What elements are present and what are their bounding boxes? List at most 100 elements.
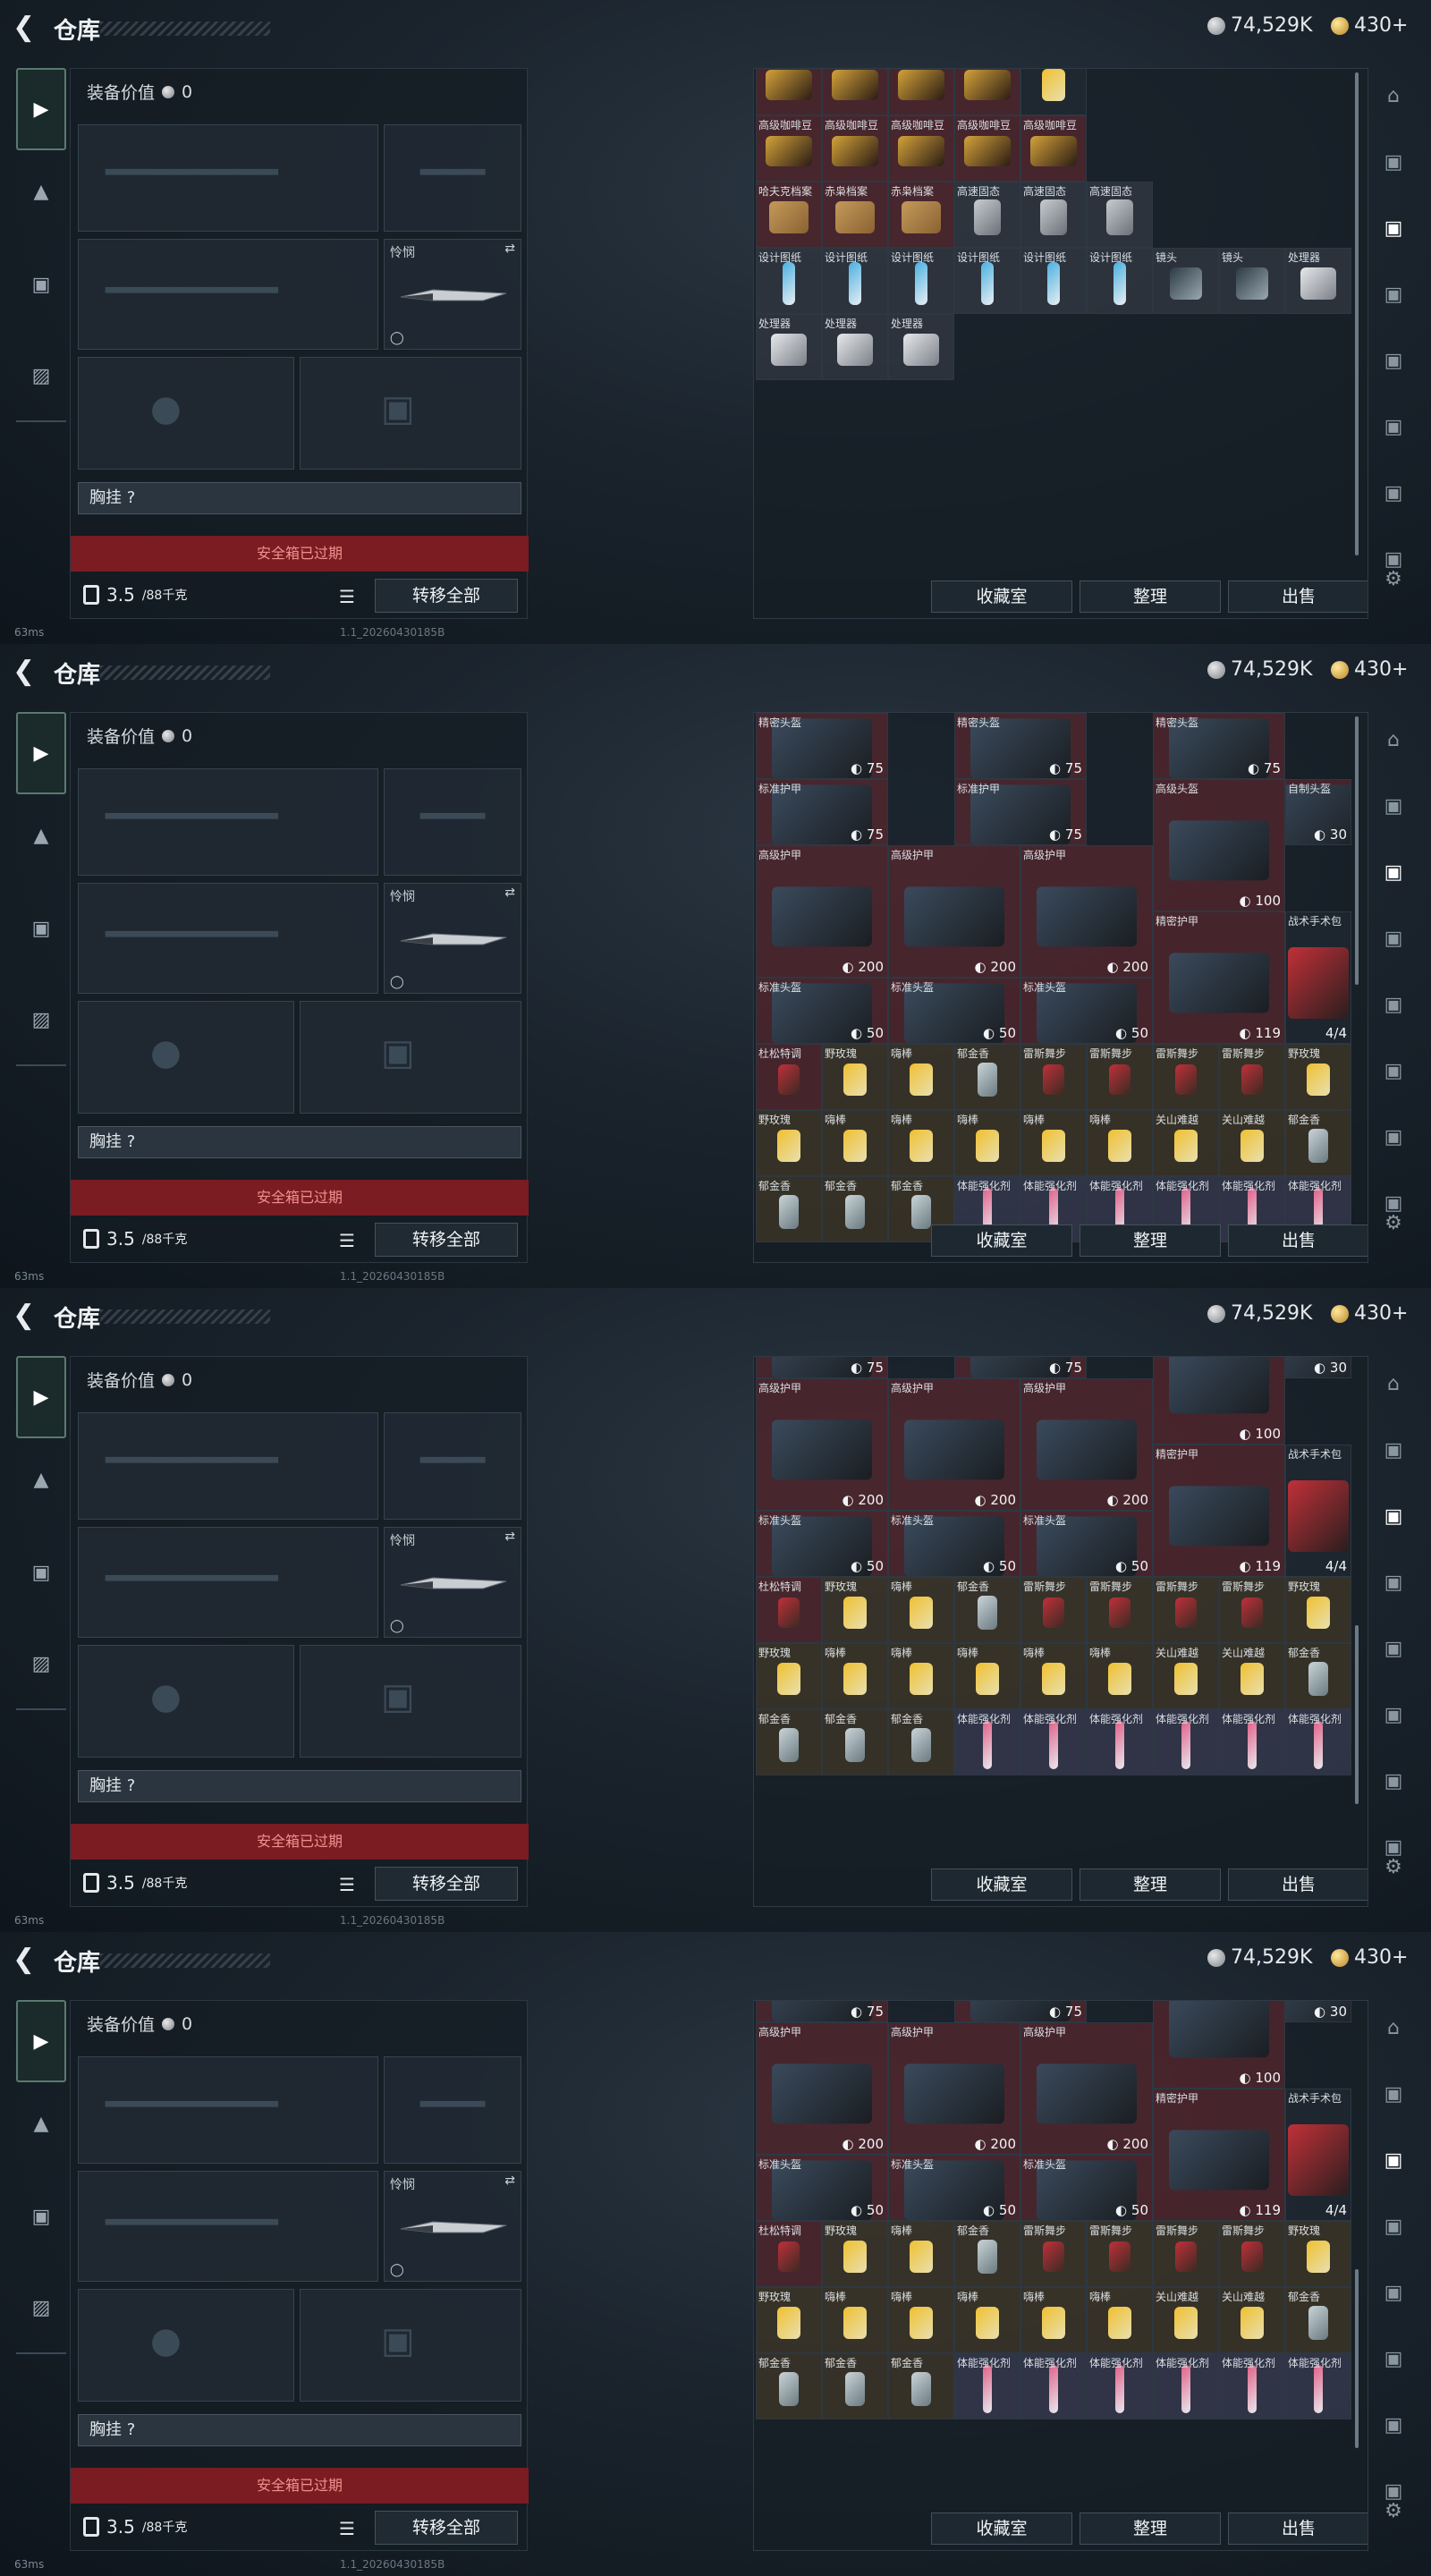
stash-item[interactable]: 标准护甲◐ 75 (756, 2001, 888, 2022)
stash-item[interactable]: 自制头盔◐ 30 (1285, 779, 1351, 845)
stash-tab-icon[interactable]: ▣ (1376, 1054, 1411, 1089)
gold-balance[interactable]: 430+ (1331, 1946, 1408, 1969)
stash-tab-icon[interactable]: ▣ (1376, 1565, 1411, 1601)
primary-weapon-slot[interactable]: ━━━━━━━━ (78, 1412, 378, 1520)
pistol-icon[interactable]: ▶ (16, 1356, 66, 1438)
stash-item[interactable]: 体能强化剂 (954, 2353, 1020, 2419)
helmet-icon[interactable]: ▲ (16, 810, 66, 860)
stash-tab-icon[interactable]: ▣ (1376, 1499, 1411, 1535)
stash-item[interactable]: 赤枭档案 (888, 182, 954, 248)
stash-item[interactable]: 雷斯舞步 (1087, 1577, 1153, 1643)
stash-item[interactable]: 处理器 (822, 314, 888, 380)
stash-item[interactable]: 高级咖啡豆 (822, 115, 888, 182)
stash-item[interactable]: 标准护甲◐ 75 (954, 2001, 1087, 2022)
secondary-weapon-slot[interactable]: ━━━━━━━━ (78, 2171, 378, 2282)
transfer-all-button[interactable]: 转移全部 (375, 1867, 518, 1901)
sort-button[interactable]: 整理 (1080, 1868, 1221, 1901)
transfer-all-button[interactable]: 转移全部 (375, 2511, 518, 2545)
stash-item[interactable]: 标准头盔 ◐ 50 (888, 2155, 1020, 2221)
stash-scrollbar[interactable] (1355, 2269, 1359, 2448)
stash-item[interactable]: 嗨棒 (1087, 1643, 1153, 1709)
stash-item[interactable]: 高级头盔◐ 100 (1153, 2001, 1285, 2089)
pistol-slot[interactable]: ━━━ (384, 1412, 521, 1520)
chest-rig-slot[interactable]: 胸挂 ? (78, 2414, 521, 2446)
helmet-slot[interactable]: ● (78, 1001, 294, 1114)
primary-weapon-slot[interactable]: ━━━━━━━━ (78, 2056, 378, 2164)
briefcase-icon[interactable]: ▨ (16, 2283, 66, 2333)
stash-item[interactable]: 战术手术包 4/4 (1285, 1445, 1351, 1577)
stash-item[interactable] (1020, 69, 1087, 115)
stash-tab-icon[interactable]: ▣ (1376, 211, 1411, 247)
chest-rig-slot[interactable]: 胸挂 ? (78, 1770, 521, 1802)
stash-item[interactable]: 高级头盔◐ 100 (1153, 779, 1285, 911)
stash-item[interactable]: 嗨棒 (954, 1110, 1020, 1176)
stash-item[interactable]: 雷斯舞步 (1153, 2221, 1219, 2287)
stash-item[interactable]: 设计图纸 (1020, 248, 1087, 314)
stash-item[interactable]: 体能强化剂 (1087, 1709, 1153, 1775)
stash-item[interactable]: 高级护甲 ◐ 200 (888, 845, 1020, 978)
stash-item[interactable]: 野玫瑰 (756, 1110, 822, 1176)
stash-item[interactable]: 野玫瑰 (756, 1643, 822, 1709)
stash-item[interactable]: 杜松特调 (756, 1577, 822, 1643)
collection-button[interactable]: 收藏室 (931, 1868, 1072, 1901)
stash-item[interactable]: 嗨棒 (822, 1110, 888, 1176)
home-icon[interactable]: ⌂ (1376, 79, 1411, 114)
collection-button[interactable]: 收藏室 (931, 1224, 1072, 1257)
helmet-icon[interactable]: ▲ (16, 1454, 66, 1504)
stash-item[interactable]: 标准护甲◐ 75 (954, 779, 1087, 845)
stash-item[interactable]: 高速固态 (1087, 182, 1153, 248)
stash-item[interactable]: 设计图纸 (822, 248, 888, 314)
stash-tab-icon[interactable]: ▣ (1376, 145, 1411, 181)
stash-item[interactable]: 高级护甲 ◐ 200 (756, 845, 888, 978)
stash-item[interactable]: 郁金香 (888, 2353, 954, 2419)
stash-tab-icon[interactable]: ▣ (1376, 921, 1411, 957)
stash-item[interactable]: 体能强化剂 (954, 1709, 1020, 1775)
stash-item[interactable]: 嗨棒 (888, 2287, 954, 2353)
stash-item[interactable]: 高速固态 (1020, 182, 1087, 248)
melee-slot[interactable]: 怜悯 ⇄ ◯ (384, 883, 521, 994)
stash-item[interactable]: 高级护甲 ◐ 200 (756, 2022, 888, 2155)
primary-weapon-slot[interactable]: ━━━━━━━━ (78, 124, 378, 232)
stash-item[interactable]: 镜头 (1219, 248, 1285, 314)
helmet-slot[interactable]: ● (78, 2289, 294, 2402)
stash-scrollbar[interactable] (1355, 716, 1359, 985)
stash-item[interactable]: 野玫瑰 (1285, 1577, 1351, 1643)
stash-item[interactable]: 郁金香 (1285, 1643, 1351, 1709)
sell-button[interactable]: 出售 (1228, 1868, 1367, 1901)
backpack-icon[interactable]: ▣ (16, 259, 66, 309)
stash-item[interactable]: 标准头盔 ◐ 50 (1020, 2155, 1153, 2221)
home-icon[interactable]: ⌂ (1376, 2011, 1411, 2046)
backpack-icon[interactable]: ▣ (16, 903, 66, 953)
stash-item[interactable]: 设计图纸 (756, 248, 822, 314)
melee-slot[interactable]: 怜悯 ⇄ ◯ (384, 239, 521, 350)
stash-tab-icon[interactable]: ▣ (1376, 1698, 1411, 1733)
stash-item[interactable]: 自制头盔◐ 30 (1285, 2001, 1351, 2022)
armor-slot[interactable]: ▣ (300, 1001, 521, 1114)
stash-item[interactable]: 关山难越 (1153, 1643, 1219, 1709)
stash-tab-icon[interactable]: ▣ (1376, 987, 1411, 1023)
stash-item[interactable]: 郁金香 (822, 1176, 888, 1242)
stash-item[interactable]: 标准头盔 ◐ 50 (1020, 1511, 1153, 1577)
safe-box-expired-bar[interactable]: 安全箱已过期 (71, 1180, 529, 1216)
stash-item[interactable]: 嗨棒 (888, 1643, 954, 1709)
list-icon[interactable]: ☰ (339, 1230, 355, 1251)
home-icon[interactable]: ⌂ (1376, 1367, 1411, 1402)
stash-tab-icon[interactable]: ▣ (1376, 476, 1411, 512)
stash-item[interactable]: 野玫瑰 (756, 2287, 822, 2353)
stash-item[interactable]: 设计图纸 (888, 248, 954, 314)
stash-item[interactable]: 嗨棒 (1020, 1110, 1087, 1176)
stash-item[interactable]: 高级咖啡豆 (954, 69, 1020, 115)
stash-item[interactable]: 雷斯舞步 (1219, 2221, 1285, 2287)
stash-tab-icon[interactable]: ▣ (1376, 277, 1411, 313)
sell-button[interactable]: 出售 (1228, 2512, 1367, 2545)
stash-item[interactable]: 标准头盔 ◐ 50 (756, 2155, 888, 2221)
armor-slot[interactable]: ▣ (300, 1645, 521, 1758)
stash-item[interactable]: 战术手术包 4/4 (1285, 2089, 1351, 2221)
stash-item[interactable]: 哈夫克档案 (756, 182, 822, 248)
armor-slot[interactable]: ▣ (300, 357, 521, 470)
briefcase-icon[interactable]: ▨ (16, 995, 66, 1045)
stash-item[interactable]: 郁金香 (756, 1176, 822, 1242)
stash-item[interactable]: 嗨棒 (888, 1110, 954, 1176)
sell-button[interactable]: 出售 (1228, 1224, 1367, 1257)
stash-item[interactable]: 精密护甲 ◐ 119 (1153, 1445, 1285, 1577)
